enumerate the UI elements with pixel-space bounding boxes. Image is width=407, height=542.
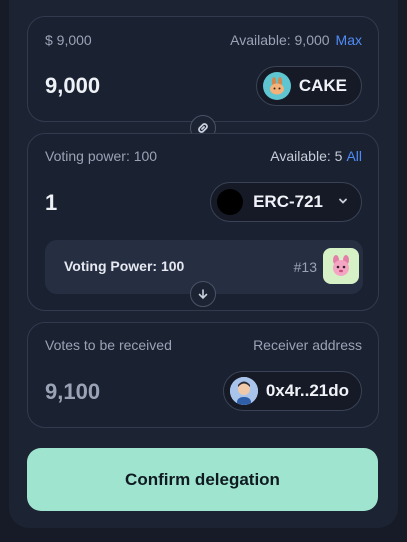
token-select-erc721[interactable]: ERC-721 [210,182,362,222]
votes-received-card: Votes to be received Receiver address 9,… [27,322,379,428]
receiver-address-select[interactable]: 0x4r..21do [222,371,362,411]
voting-power-label: Voting power: 100 [45,148,158,164]
confirm-delegation-button[interactable]: Confirm delegation [27,448,378,511]
votes-to-receive-label: Votes to be received [45,337,172,353]
source-amount-card: $ 9,000 Available: 9,000 Max 9,000 CAKE [27,16,379,122]
avatar [229,377,258,405]
token-select-cake[interactable]: CAKE [255,66,362,106]
nft-amount-input[interactable]: 1 [45,190,57,216]
nft-thumbnail [323,248,359,284]
nft-voting-power: Voting Power: 100 [64,258,185,274]
receiver-address-label: Receiver address [253,337,362,353]
arrow-down-icon [190,281,216,307]
amount-input[interactable]: 9,000 [45,73,100,99]
nft-id: #13 [293,259,317,275]
votes-value: 9,100 [45,379,101,404]
max-button[interactable]: Max [336,32,362,48]
cake-token-icon [262,72,291,100]
all-button[interactable]: All [346,148,362,164]
available-nfts: Available: 5 [270,148,343,164]
erc721-token-icon [217,189,244,215]
available-balance: Available: 9,000 [230,32,330,48]
chevron-down-icon [337,192,349,212]
usd-value: $ 9,000 [45,32,92,48]
receiver-address: 0x4r..21do [265,381,349,400]
token-standard: ERC-721 [253,192,323,211]
token-symbol: CAKE [298,76,347,95]
